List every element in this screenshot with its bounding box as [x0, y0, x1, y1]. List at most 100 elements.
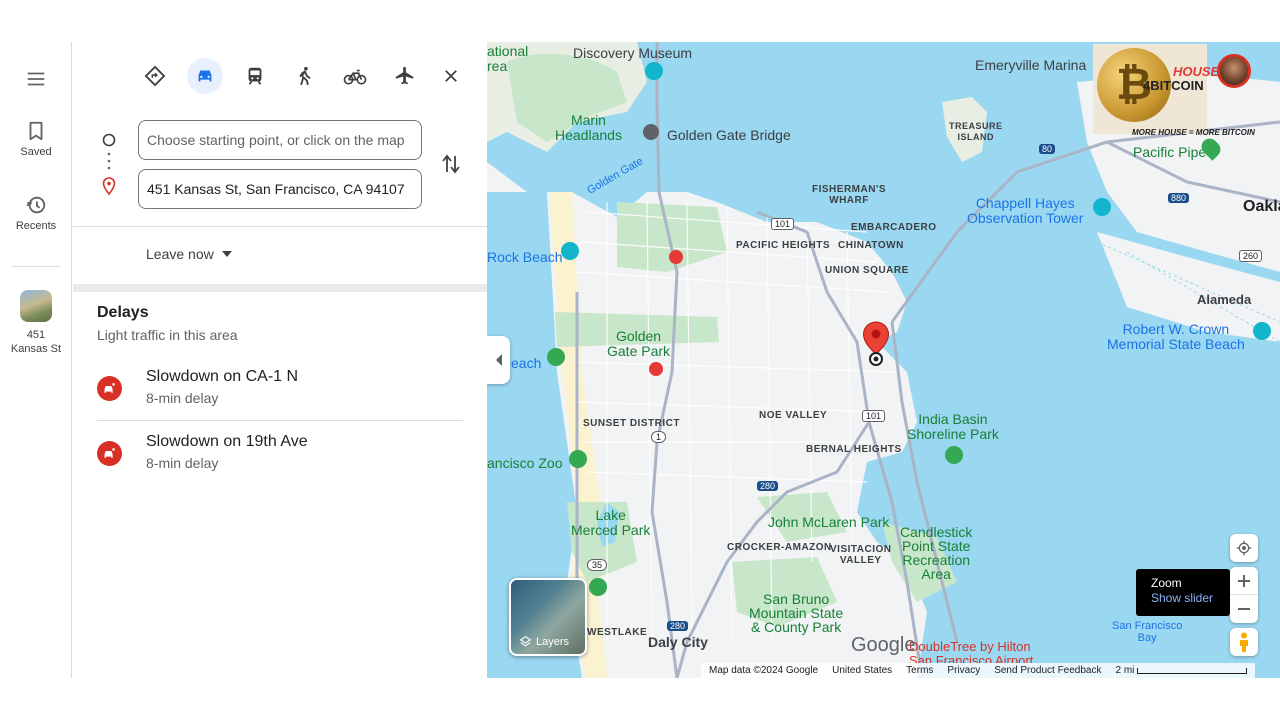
recents-label: Recents	[15, 220, 57, 232]
pegman-icon	[1240, 632, 1248, 652]
map-label-fishermans-wharf: FISHERMAN'S WHARF	[812, 184, 886, 206]
transit-marker-icon[interactable]	[649, 362, 663, 376]
transit-mode-button[interactable]	[237, 58, 273, 94]
map-label-doubletree[interactable]: DoubleTree by Hilton San Francisco Airpo…	[909, 640, 1033, 663]
delay-title: Slowdown on 19th Ave	[146, 433, 308, 450]
maps-window: Saved Recents 451 Kansas St Choose start…	[0, 42, 1280, 678]
beach-marker-icon[interactable]	[1253, 322, 1271, 340]
map-label-sf-zoo[interactable]: ancisco Zoo	[487, 455, 562, 471]
swap-directions-button[interactable]	[437, 150, 465, 178]
map-label-union-square: UNION SQUARE	[825, 265, 909, 276]
beach-marker-icon[interactable]	[561, 242, 579, 260]
collapse-panel-button[interactable]	[487, 336, 510, 384]
directions-panel: Leave now Delays Light traffic in this a…	[73, 42, 487, 678]
map-label-beach[interactable]: each	[511, 355, 541, 371]
street-view-button[interactable]	[1230, 628, 1258, 656]
map-label-candlestick[interactable]: Candlestick Point State Recreation Area	[900, 525, 972, 581]
zoom-in-button[interactable]	[1230, 568, 1258, 595]
destination-pin-icon[interactable]	[861, 320, 891, 368]
flights-mode-button[interactable]	[387, 58, 423, 94]
destination-input[interactable]	[138, 169, 422, 209]
map-label-chappell-hayes[interactable]: Chappell Hayes Observation Tower	[967, 196, 1083, 226]
place-thumbnail	[20, 290, 52, 322]
highway-shield: 260	[1239, 250, 1263, 262]
traffic-car-icon	[97, 376, 122, 401]
map-label-sunset-district: SUNSET DISTRICT	[583, 418, 680, 429]
overlay-tagline: MORE HOUSE = MORE BITCOIN	[1132, 128, 1255, 137]
map-label-golden-gate-park[interactable]: Golden Gate Park	[607, 329, 670, 359]
layers-label: Layers	[536, 635, 570, 648]
leave-time-dropdown[interactable]: Leave now	[146, 246, 232, 262]
zoom-out-button[interactable]	[1230, 595, 1258, 622]
map-label-lake-merced[interactable]: Lake Merced Park	[571, 508, 650, 538]
highway-shield: 101	[862, 410, 886, 422]
delays-heading: Delays	[97, 304, 149, 321]
park-marker-icon[interactable]	[945, 446, 963, 464]
chevron-left-icon	[495, 354, 502, 366]
account-avatar[interactable]	[1217, 54, 1251, 88]
section-divider-thick	[73, 284, 487, 292]
delay-item[interactable]: Slowdown on 19th Ave 8-min delay	[97, 433, 463, 485]
delays-subtitle: Light traffic in this area	[97, 327, 238, 343]
overlay-brand-text: 4BITCOIN	[1143, 78, 1204, 93]
bicycle-icon	[343, 69, 367, 85]
map-canvas[interactable]: ational rea Discovery Museum Emeryville …	[487, 42, 1280, 678]
map-label-rock-beach[interactable]: Rock Beach	[487, 249, 562, 265]
park-marker-icon[interactable]	[589, 578, 607, 596]
map-label-oakland: Oaklan	[1243, 198, 1280, 215]
map-label-crown-beach[interactable]: Robert W. Crown Memorial State Beach	[1107, 322, 1245, 352]
driving-mode-button[interactable]	[187, 58, 223, 94]
scale-bar[interactable]: 2 mi	[1116, 665, 1248, 676]
recents-button[interactable]: Recents	[0, 194, 72, 232]
privacy-link[interactable]: Privacy	[947, 665, 980, 676]
my-location-button[interactable]	[1230, 534, 1258, 562]
country-link[interactable]: United States	[832, 665, 892, 676]
highway-shield: 880	[1168, 193, 1190, 203]
saved-button[interactable]: Saved	[0, 120, 72, 158]
map-label-sf-bay: San Francisco Bay	[1112, 620, 1183, 644]
map-label-national-area: ational rea	[487, 43, 529, 74]
transit-marker-icon[interactable]	[669, 250, 683, 264]
starting-point-input[interactable]	[138, 120, 422, 160]
map-label-treasure-island: TREASURE ISLAND	[949, 121, 1003, 142]
rail-divider	[12, 266, 60, 267]
map-label-marin-headlands[interactable]: Marin Headlands	[555, 113, 622, 143]
terms-link[interactable]: Terms	[906, 665, 933, 676]
menu-button[interactable]	[0, 68, 72, 94]
delay-item[interactable]: Slowdown on CA-1 N 8-min delay	[97, 368, 463, 420]
google-logo: Google	[851, 634, 916, 656]
channel-logo-overlay: ₿ 4BITCOIN HOUSE MORE HOUSE = MORE BITCO…	[1093, 44, 1255, 137]
recent-place-label: 451 Kansas St	[10, 329, 62, 355]
museum-marker-icon[interactable]	[645, 62, 663, 80]
map-label-pacific-pipe[interactable]: Pacific Pipe	[1133, 144, 1206, 160]
layers-icon	[519, 635, 532, 647]
walking-icon	[299, 66, 311, 86]
map-label-golden-gate-bridge[interactable]: Golden Gate Bridge	[667, 127, 791, 143]
map-label-san-bruno[interactable]: San Bruno Mountain State & County Park	[749, 592, 843, 634]
walking-mode-button[interactable]	[287, 58, 323, 94]
layers-button[interactable]: Layers	[509, 578, 587, 656]
zoom-control	[1230, 567, 1258, 623]
show-slider-link[interactable]: Show slider	[1151, 591, 1215, 606]
best-route-mode-button[interactable]	[137, 58, 173, 94]
map-label-emeryville[interactable]: Emeryville Marina	[975, 57, 1086, 73]
section-divider	[73, 226, 487, 227]
map-label-embarcadero: EMBARCADERO	[851, 222, 937, 233]
viewpoint-marker-icon[interactable]	[1093, 198, 1111, 216]
recent-place-item[interactable]: 451 Kansas St	[0, 290, 72, 356]
close-directions-button[interactable]	[433, 58, 469, 94]
map-label-mclaren-park[interactable]: John McLaren Park	[768, 514, 889, 530]
map-label-discovery-museum[interactable]: Discovery Museum	[573, 45, 692, 61]
minus-icon	[1238, 607, 1250, 610]
close-icon	[445, 70, 457, 82]
highway-shield: 280	[667, 621, 689, 631]
map-label-india-basin[interactable]: India Basin Shoreline Park	[907, 412, 999, 442]
cycling-mode-button[interactable]	[337, 58, 373, 94]
hamburger-menu-icon	[27, 72, 45, 86]
landmark-marker-icon[interactable]	[643, 124, 659, 140]
park-marker-icon[interactable]	[547, 348, 565, 366]
zoo-marker-icon[interactable]	[569, 450, 587, 468]
saved-label: Saved	[20, 146, 52, 158]
map-label-daly-city: Daly City	[648, 634, 708, 650]
feedback-link[interactable]: Send Product Feedback	[994, 665, 1101, 676]
